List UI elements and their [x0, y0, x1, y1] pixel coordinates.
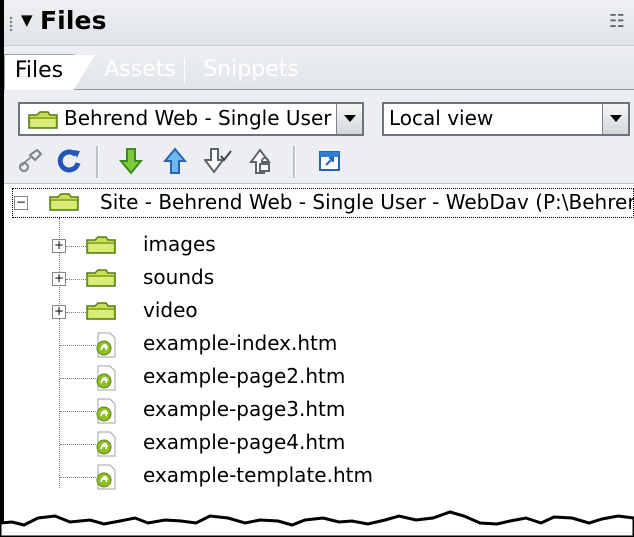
file-label: example-page4.htm: [143, 430, 346, 454]
file-label: example-index.htm: [143, 331, 338, 355]
tree-root-row[interactable]: − Site - Behrend Web - Single User - Web…: [4, 188, 634, 220]
tree-connector: [60, 411, 96, 413]
torn-edge: [0, 510, 634, 537]
tab-separator: [184, 58, 185, 84]
folder-label-images: images: [143, 232, 216, 256]
tab-files[interactable]: Files: [4, 54, 95, 91]
view-selector-dropdown[interactable]: Local view: [382, 102, 630, 136]
folder-label-sounds: sounds: [143, 265, 215, 289]
connect-button[interactable]: [14, 144, 48, 178]
tree-connector: [60, 378, 96, 380]
expand-images-icon[interactable]: +: [52, 239, 66, 253]
toolbar-separator: [293, 146, 296, 178]
check-out-icon: [204, 148, 232, 174]
site-dropdown-arrow-icon[interactable]: [336, 104, 362, 134]
site-folder-icon: [28, 111, 58, 129]
put-files-icon: [163, 147, 187, 174]
tree-connector: [60, 477, 96, 479]
folder-row-sounds[interactable]: + sounds: [4, 263, 634, 295]
tree-connector: [60, 345, 96, 347]
refresh-icon: [57, 149, 81, 173]
view-selector-value: Local view: [389, 106, 494, 130]
connect-icon: [19, 148, 43, 172]
html-file-icon: [96, 431, 116, 457]
file-label: example-page3.htm: [143, 397, 346, 421]
folder-row-images[interactable]: + images: [4, 230, 634, 262]
files-panel-window: ▼ Files ☷ Files Assets Snippets Behrend …: [0, 0, 634, 537]
folder-row-video[interactable]: + video: [4, 296, 634, 328]
check-in-icon: [249, 148, 271, 174]
tab-snippets[interactable]: Snippets: [192, 54, 310, 90]
folder-icon: [86, 302, 116, 320]
check-in-button[interactable]: [245, 144, 279, 178]
files-controls: Behrend Web - Single User - WebDav Local…: [4, 90, 634, 184]
get-files-button[interactable]: [114, 144, 148, 178]
view-dropdown-arrow-icon[interactable]: [602, 104, 628, 134]
file-label: example-page2.htm: [143, 364, 346, 388]
expand-panel-button[interactable]: [313, 144, 347, 178]
file-label: example-template.htm: [143, 463, 373, 487]
file-row-example-page2[interactable]: example-page2.htm: [4, 362, 634, 394]
get-files-icon: [119, 148, 143, 175]
file-tree: − Site - Behrend Web - Single User - Web…: [4, 184, 634, 509]
panel-grip-icon[interactable]: [9, 16, 13, 32]
expand-video-icon[interactable]: +: [52, 305, 66, 319]
site-selector-value: Behrend Web - Single User - WebDav: [64, 106, 362, 130]
site-selector-dropdown[interactable]: Behrend Web - Single User - WebDav: [18, 102, 364, 136]
panel-title: Files: [40, 6, 107, 35]
tree-connector: [66, 279, 86, 281]
expand-sounds-icon[interactable]: +: [52, 272, 66, 286]
file-row-example-page3[interactable]: example-page3.htm: [4, 395, 634, 427]
html-file-icon: [96, 398, 116, 424]
file-row-example-index[interactable]: example-index.htm: [4, 329, 634, 361]
tree-connector: [60, 444, 96, 446]
html-file-icon: [96, 365, 116, 391]
folder-icon: [86, 236, 116, 254]
html-file-icon: [96, 464, 116, 490]
collapse-root-icon[interactable]: −: [14, 196, 28, 210]
files-panel-header[interactable]: ▼ Files ☷: [4, 0, 634, 46]
refresh-button[interactable]: [52, 144, 86, 178]
expand-panel-icon: [319, 151, 340, 171]
file-row-example-template[interactable]: example-template.htm: [4, 461, 634, 493]
check-out-button[interactable]: [201, 144, 235, 178]
toolbar-separator: [96, 146, 99, 178]
put-files-button[interactable]: [158, 144, 192, 178]
panel-options-menu-icon[interactable]: ☷: [604, 10, 630, 34]
panel-tab-strip: Files Assets Snippets: [4, 46, 634, 91]
html-file-icon: [96, 332, 116, 358]
folder-icon: [86, 269, 116, 287]
tab-assets[interactable]: Assets: [98, 54, 182, 90]
tree-connector: [66, 312, 86, 314]
files-toolbar: [8, 144, 628, 180]
folder-label-video: video: [143, 298, 198, 322]
site-folder-icon: [49, 193, 79, 211]
file-row-example-page4[interactable]: example-page4.htm: [4, 428, 634, 460]
tree-connector: [66, 246, 86, 248]
collapse-arrow-icon[interactable]: ▼: [21, 11, 39, 29]
site-root-label: Site - Behrend Web - Single User - WebDa…: [100, 190, 634, 214]
